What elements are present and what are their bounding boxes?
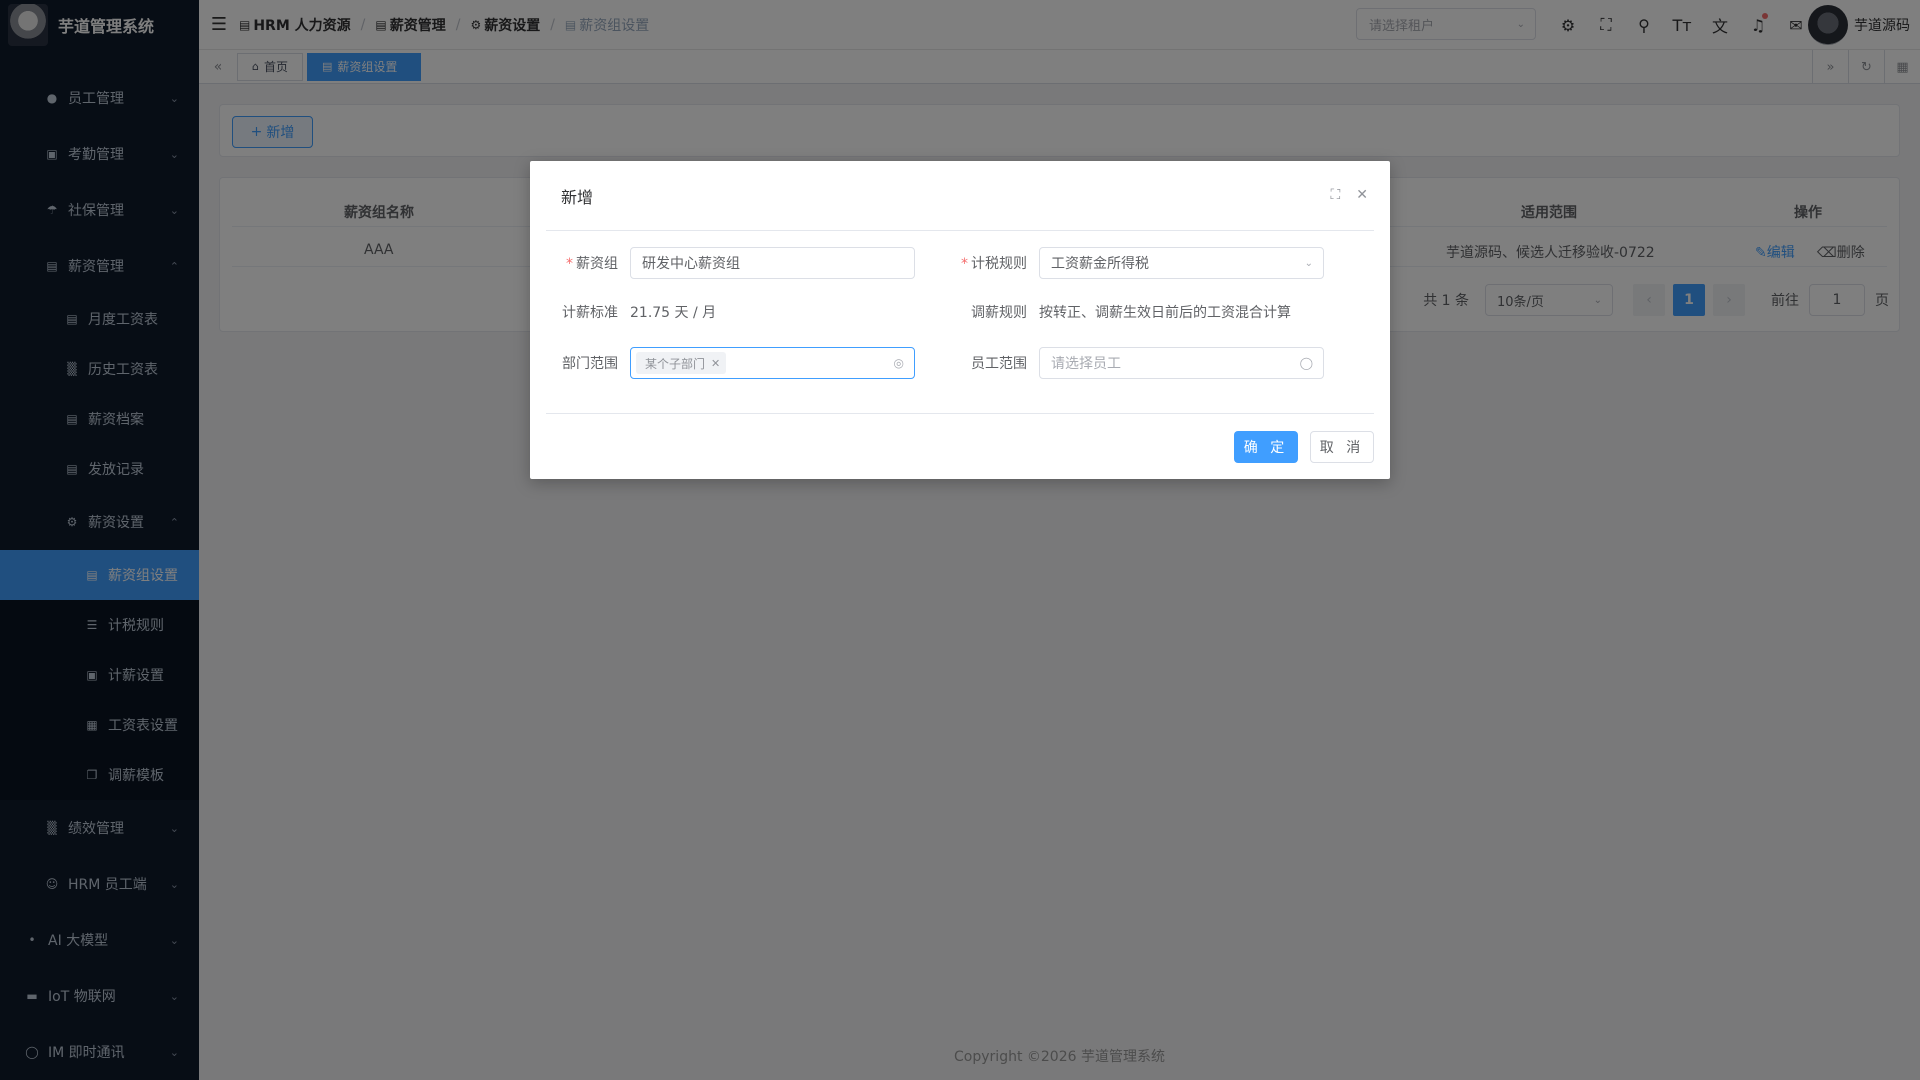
fullscreen-icon[interactable]: ⛶: [1330, 187, 1340, 203]
form-item-dept-scope: 部门范围 某个子部门 ✕ ◎: [530, 347, 915, 379]
form-item-tax-rule: * 计税规则 工资薪金所得税 ⌄: [939, 247, 1324, 279]
dialog-header: 新增 ⛶ ✕: [546, 161, 1374, 231]
form-item-salary-group: * 薪资组 研发中心薪资组: [530, 247, 915, 279]
field-label: 计薪标准: [562, 305, 618, 321]
chevron-down-icon: ⌄: [1304, 257, 1313, 269]
form-item-emp-scope: 员工范围 请选择员工 ◯: [939, 347, 1324, 379]
salary-group-value: 研发中心薪资组: [642, 256, 740, 272]
emp-scope-placeholder: 请选择员工: [1051, 356, 1121, 372]
field-label: * 计税规则: [961, 256, 1027, 272]
add-dialog: 新增 ⛶ ✕ * 薪资组 研发中心薪资组 * 计税规则 工资薪金所得税 ⌄ 计薪标准 …: [530, 161, 1390, 479]
dialog-header-actions: ⛶ ✕: [1314, 187, 1368, 203]
dept-chip-label: 某个子部门: [645, 356, 706, 371]
field-label: 部门范围: [562, 356, 618, 372]
salary-group-input[interactable]: 研发中心薪资组: [630, 247, 915, 279]
dialog-title: 新增: [561, 187, 594, 207]
cancel-button[interactable]: 取 消: [1310, 431, 1374, 463]
field-label: 调薪规则: [971, 305, 1027, 321]
clear-circle-icon[interactable]: ◎: [894, 356, 904, 370]
dept-scope-select[interactable]: 某个子部门 ✕ ◎: [630, 347, 915, 379]
field-label: 员工范围: [971, 356, 1027, 372]
confirm-button[interactable]: 确 定: [1234, 431, 1298, 463]
field-label: * 薪资组: [566, 256, 618, 272]
dept-chip: 某个子部门 ✕: [636, 352, 727, 374]
form-item-pay-standard: 计薪标准 21.75 天 / 月: [530, 302, 716, 322]
tax-rule-value: 工资薪金所得税: [1051, 256, 1149, 272]
adjust-rule-value: 按转正、调薪生效日前后的工资混合计算: [1039, 305, 1291, 321]
pay-standard-value: 21.75 天 / 月: [630, 305, 717, 321]
dialog-footer-divider: [546, 413, 1374, 414]
loading-icon: ◯: [1299, 356, 1313, 370]
tax-rule-select[interactable]: 工资薪金所得税 ⌄: [1039, 247, 1324, 279]
chip-close-icon[interactable]: ✕: [711, 357, 720, 370]
close-icon[interactable]: ✕: [1356, 187, 1368, 203]
emp-scope-select[interactable]: 请选择员工 ◯: [1039, 347, 1324, 379]
form-item-adjust-rule: 调薪规则 按转正、调薪生效日前后的工资混合计算: [939, 302, 1291, 322]
